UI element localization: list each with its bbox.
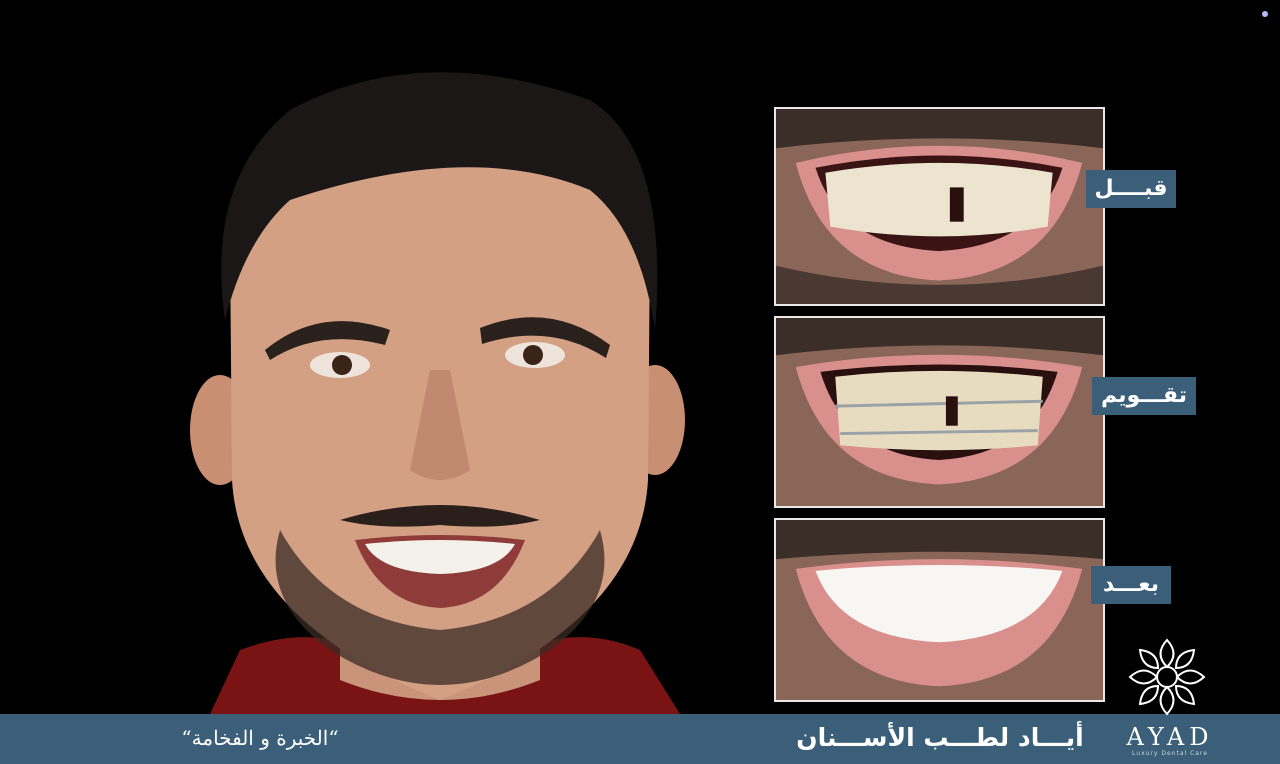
- brand-name: AYAD: [1126, 723, 1214, 751]
- tagline: “الخبرة و الفخامة“: [181, 726, 339, 750]
- patient-portrait: [170, 60, 710, 714]
- braces-label: تقـــويم: [1092, 377, 1196, 415]
- footer-bar: “الخبرة و الفخامة“ أيـــاد لطـــب الأســ…: [0, 714, 1280, 764]
- dot-icon: [1262, 11, 1268, 17]
- clinic-name: أيـــاد لطـــب الأســـنان: [796, 723, 1084, 752]
- before-label: قبــــل: [1086, 170, 1176, 208]
- showcase-stage: قبــــل تقـــويم بعـــد: [0, 0, 1280, 714]
- braces-photo: [774, 316, 1105, 508]
- after-label: بعـــد: [1091, 566, 1171, 604]
- after-photo: [774, 518, 1105, 702]
- brand-logo: AYAD Luxury Dental Care: [1124, 724, 1216, 760]
- before-photo: [774, 107, 1105, 306]
- brand-subtitle: Luxury Dental Care: [1132, 750, 1208, 757]
- floral-emblem-icon: [1122, 632, 1212, 722]
